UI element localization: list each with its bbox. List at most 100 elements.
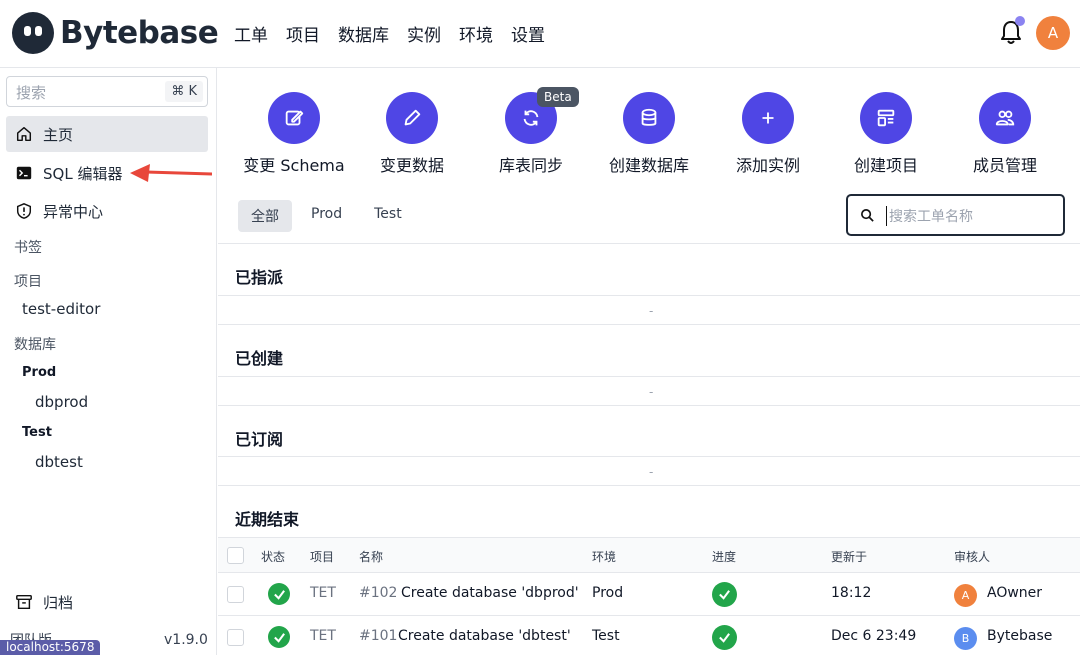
- sidebar-item-archive[interactable]: 归档: [6, 587, 208, 617]
- row-updated: Dec 6 23:49: [831, 628, 917, 644]
- row-project: TET: [310, 628, 336, 644]
- pencil-icon: [404, 109, 421, 126]
- table-row[interactable]: TET #101 Create database 'dbtest' Test D…: [218, 616, 1080, 655]
- database-icon: [641, 108, 657, 126]
- brand-name: Bytebase: [60, 15, 219, 51]
- sidebar-project-test-editor[interactable]: test-editor: [22, 300, 100, 318]
- sidebar-item-label: SQL 编辑器: [43, 164, 123, 183]
- section-assigned-title: 已指派: [235, 268, 284, 287]
- divider: [218, 324, 1080, 325]
- search-icon: [861, 209, 874, 222]
- table-row[interactable]: TET #102 Create database 'dbprod' Prod 1…: [218, 573, 1080, 616]
- divider: [218, 376, 1080, 377]
- nav-issues[interactable]: 工单: [234, 21, 268, 46]
- status-done-icon: [268, 626, 290, 648]
- row-updated: 18:12: [831, 585, 872, 601]
- shortcut-badge: ⌘ K: [165, 81, 203, 102]
- column-environment: 环境: [592, 550, 617, 564]
- version-label: v1.9.0: [164, 632, 208, 648]
- nav-instances[interactable]: 实例: [407, 21, 441, 46]
- section-created-title: 已创建: [235, 349, 284, 368]
- action-change-data[interactable]: 变更数据: [352, 92, 472, 176]
- top-nav: 工单 项目 数据库 实例 环境 设置: [234, 21, 545, 46]
- divider: [218, 456, 1080, 457]
- row-issue-id: #102: [359, 585, 398, 601]
- sidebar: 搜索 ⌘ K 主页 SQL 编辑器 异常中心 书签 项目 test-editor…: [0, 68, 217, 655]
- home-icon: [16, 126, 32, 142]
- action-label: 创建数据库: [608, 156, 689, 175]
- search-placeholder: 搜索: [16, 84, 47, 102]
- status-bar-url: localhost:5678: [0, 640, 101, 655]
- sidebar-item-home[interactable]: 主页: [6, 116, 208, 152]
- row-issue-name[interactable]: Create database 'dbtest': [398, 628, 571, 644]
- action-label: 变更数据: [379, 156, 444, 175]
- nav-settings[interactable]: 设置: [511, 21, 545, 46]
- status-done-icon: [268, 583, 290, 605]
- row-project: TET: [310, 585, 336, 601]
- bytebase-logo-icon: [12, 12, 54, 54]
- empty-placeholder: -: [649, 465, 654, 479]
- notification-dot: [1015, 16, 1025, 26]
- bookmarks-heading: 书签: [14, 240, 42, 256]
- sidebar-item-label: 归档: [43, 593, 74, 612]
- sidebar-search-input[interactable]: 搜索 ⌘ K: [6, 76, 208, 107]
- sync-icon: [523, 110, 539, 126]
- action-alter-schema[interactable]: 变更 Schema: [234, 92, 354, 176]
- projects-heading: 项目: [14, 274, 42, 290]
- sidebar-db-dbprod[interactable]: dbprod: [35, 393, 88, 411]
- divider: [218, 405, 1080, 406]
- action-create-project[interactable]: 创建项目: [826, 92, 946, 176]
- section-recent-title: 近期结束: [235, 510, 300, 529]
- row-checkbox[interactable]: [227, 586, 244, 603]
- users-icon: [995, 110, 1015, 126]
- action-manage-members[interactable]: 成员管理: [945, 92, 1065, 176]
- row-issue-id: #101: [359, 628, 398, 644]
- column-updated: 更新于: [831, 550, 868, 564]
- progress-done-icon: [712, 582, 737, 607]
- sidebar-db-dbtest[interactable]: dbtest: [35, 453, 83, 471]
- main-content: 变更 Schema 变更数据 库表同步 Beta 创建数据库 添加实例 创建项目…: [218, 68, 1080, 655]
- plus-icon: [762, 112, 774, 124]
- nav-projects[interactable]: 项目: [286, 21, 320, 46]
- column-progress: 进度: [712, 550, 737, 564]
- row-reviewer: Bytebase: [987, 628, 1053, 644]
- template-icon: [877, 109, 895, 127]
- column-status: 状态: [261, 550, 286, 564]
- empty-placeholder: -: [649, 304, 654, 318]
- databases-heading: 数据库: [14, 337, 56, 353]
- issue-search-input[interactable]: 搜索工单名称: [846, 194, 1065, 236]
- table-header: 状态 项目 名称 环境 进度 更新于 审核人: [218, 537, 1080, 573]
- beta-badge: Beta: [537, 87, 579, 107]
- row-reviewer: AOwner: [987, 585, 1043, 601]
- user-avatar[interactable]: A: [1036, 16, 1070, 50]
- row-checkbox[interactable]: [227, 629, 244, 646]
- nav-environments[interactable]: 环境: [459, 21, 493, 46]
- top-header: Bytebase 工单 项目 数据库 实例 环境 设置 A: [0, 0, 1080, 68]
- reviewer-avatar: B: [954, 627, 977, 650]
- tab-prod[interactable]: Prod: [298, 200, 355, 232]
- sidebar-env-test: Test: [22, 425, 52, 440]
- divider: [218, 295, 1080, 296]
- sidebar-item-anomaly-center[interactable]: 异常中心: [6, 193, 208, 229]
- action-label: 创建项目: [853, 156, 918, 175]
- edit-schema-icon: [285, 110, 304, 126]
- column-project: 项目: [310, 550, 335, 564]
- reviewer-avatar: A: [954, 584, 977, 607]
- divider: [218, 485, 1080, 486]
- action-label: 变更 Schema: [243, 156, 345, 175]
- row-environment: Test: [592, 628, 620, 644]
- row-issue-name[interactable]: Create database 'dbprod': [401, 585, 579, 601]
- red-arrow-annotation: [130, 164, 212, 182]
- tab-test[interactable]: Test: [361, 200, 415, 232]
- action-add-instance[interactable]: 添加实例: [708, 92, 828, 176]
- nav-databases[interactable]: 数据库: [338, 21, 389, 46]
- column-reviewer: 审核人: [954, 550, 991, 564]
- action-label: 添加实例: [735, 156, 800, 175]
- environment-tabs: 全部 Prod Test: [238, 200, 415, 232]
- select-all-checkbox[interactable]: [227, 547, 244, 564]
- archive-icon: [16, 594, 32, 610]
- action-label: 成员管理: [972, 156, 1037, 175]
- tab-all[interactable]: 全部: [238, 200, 292, 232]
- action-create-database[interactable]: 创建数据库: [589, 92, 709, 176]
- bytebase-logo[interactable]: Bytebase: [12, 12, 219, 54]
